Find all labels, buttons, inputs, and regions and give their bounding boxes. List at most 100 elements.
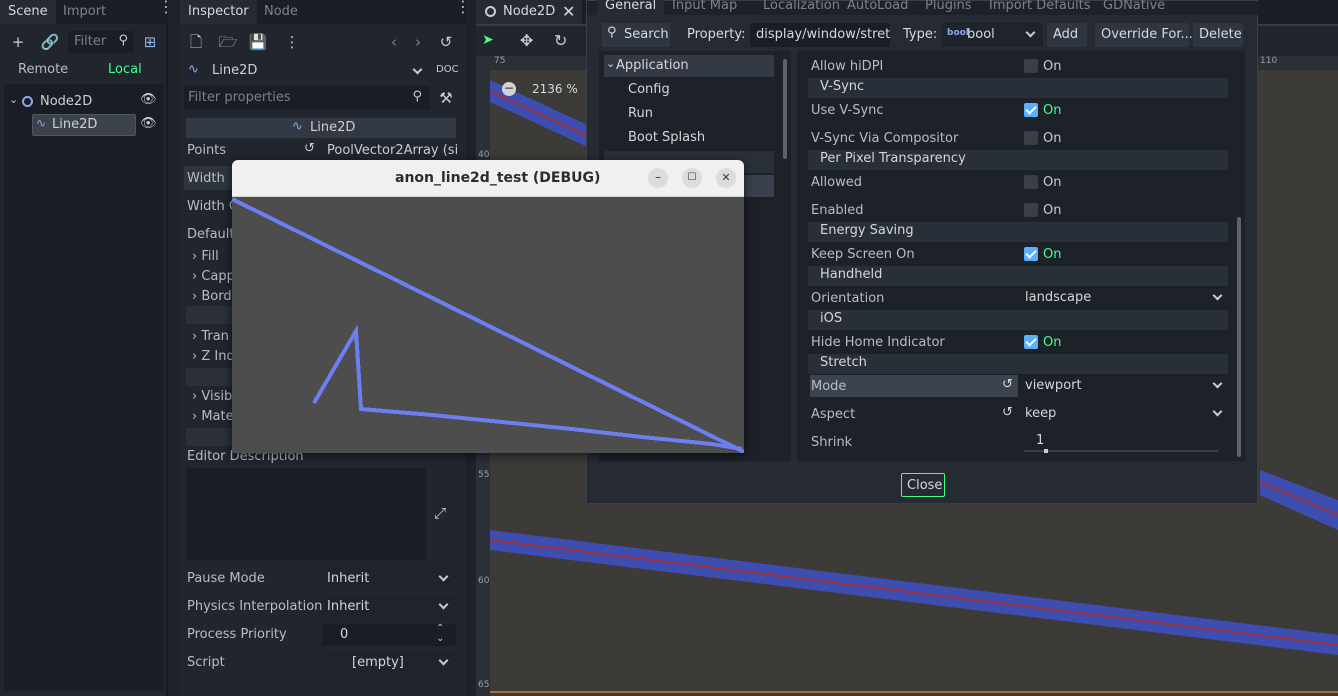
scene-menu-icon[interactable]: ⋮ [158,0,174,15]
shrink-slider-grabber[interactable] [1044,449,1048,453]
keep-screen-on-checkbox[interactable] [1024,247,1038,261]
pause-mode-value: Inherit [327,571,370,586]
allow-hidpi-label: Allow hiDPI [811,59,884,74]
visibility-eye-icon[interactable]: 👁 [140,116,157,131]
close-window-icon[interactable]: ✕ [716,168,736,188]
link-icon[interactable]: 🔗 [40,32,60,52]
pause-mode-select[interactable]: Inherit [322,568,456,590]
transform-section[interactable]: › Tran [192,329,229,344]
minimize-icon[interactable]: – [648,168,668,188]
props-scrollbar[interactable] [1237,217,1241,457]
material-section[interactable]: › Mate [192,409,234,424]
process-priority-spinbox[interactable]: 0 ⌃ ⌄ [322,624,456,646]
tab-autoload[interactable]: AutoLoad [839,0,916,18]
zoom-level[interactable]: 2136 % [532,82,578,96]
history-forward-icon[interactable]: › [408,32,428,52]
tree-item-line2d[interactable]: ∿ Line2D [32,114,136,136]
history-back-icon[interactable]: ‹ [384,32,404,52]
add-button[interactable]: Add [1047,23,1087,47]
tab-gdnative[interactable]: GDNative [1095,0,1173,18]
fill-section[interactable]: › Fill [192,249,219,264]
tab-node2d-scene[interactable]: Node2D ✕ [476,0,582,24]
aspect-select[interactable]: keep [1020,403,1228,425]
tree-item-config[interactable]: Config [604,79,774,101]
tab-general[interactable]: General [597,0,665,18]
select-tool-icon[interactable]: ➤ [482,32,494,48]
tree-item-application[interactable]: ⌄ Application [604,55,774,77]
remote-button[interactable]: Remote [18,62,68,77]
tab-scene[interactable]: Scene [0,0,56,24]
vsync-compositor-checkbox[interactable] [1024,131,1038,145]
script-label: Script [187,655,225,670]
instance-scene-icon[interactable]: ⊞ [140,32,160,52]
orientation-select[interactable]: landscape [1020,287,1228,309]
spin-arrows-icon[interactable]: ⌃ ⌄ [436,624,444,644]
property-input[interactable]: display/window/stret [750,23,890,47]
revert-icon[interactable]: ↺ [304,141,315,156]
move-tool-icon[interactable]: ✥ [520,31,533,50]
tab-input-map[interactable]: Input Map [664,0,745,18]
add-node-icon[interactable]: + [8,32,28,52]
more-icon[interactable]: ⋮ [282,32,302,52]
expand-icon[interactable]: ⤢ [434,504,446,522]
property-tools-icon[interactable]: ⚒ [436,88,456,108]
tab-import-defaults[interactable]: Import Defaults [981,0,1099,18]
inspector-menu-icon[interactable]: ⋮ [455,0,471,15]
close-button[interactable]: Close [901,473,945,497]
visibility-section[interactable]: › Visib [192,389,232,404]
expand-arrow-icon[interactable]: ⌄ [9,93,18,106]
orientation-label: Orientation [811,291,885,306]
points-value[interactable]: PoolVector2Array (si [327,143,458,158]
revert-icon[interactable]: ↺ [1002,405,1013,420]
node-type-selector[interactable]: ∿ Line2D [184,60,428,82]
search-button[interactable]: ⚲ Search [602,23,670,47]
tab-import[interactable]: Import [55,0,114,24]
filter-properties-input[interactable]: Filter properties ⚲ [184,86,430,110]
debug-window-titlebar[interactable]: anon_line2d_test (DEBUG) – ☐ ✕ [232,160,744,197]
script-select[interactable]: [empty] [322,652,456,674]
z-index-section[interactable]: › Z Ind [192,349,235,364]
use-vsync-checkbox[interactable] [1024,103,1038,117]
ruler-label: 75 [494,56,506,66]
tab-localization[interactable]: Localization [755,0,848,18]
zoom-out-icon[interactable]: − [502,82,516,96]
allow-hidpi-checkbox[interactable] [1024,59,1038,73]
new-resource-icon[interactable]: 🗋 [186,32,206,52]
override-for-button[interactable]: Override For... [1095,23,1193,47]
history-icon[interactable]: ↺ [436,32,456,52]
section-label: Z Ind [201,349,235,364]
doc-icon[interactable]: DOC [436,60,459,80]
delete-button[interactable]: Delete [1193,23,1243,47]
tab-node[interactable]: Node [256,0,306,24]
physics-interpolation-select[interactable]: Inherit [322,596,456,618]
maximize-icon[interactable]: ☐ [682,168,702,188]
save-icon[interactable]: 💾 [248,32,268,52]
line2d-icon: ∿ [36,116,47,130]
scene-filter-input[interactable]: Filter ⚲ [68,31,134,53]
enabled-checkbox[interactable] [1024,203,1038,217]
capping-section[interactable]: › Capp [192,269,235,284]
section-label: V-Sync [820,79,865,94]
local-button[interactable]: Local [108,62,142,77]
rotate-tool-icon[interactable]: ↻ [554,31,567,50]
allowed-checkbox[interactable] [1024,175,1038,189]
open-folder-icon[interactable]: 🗁 [218,32,238,52]
tab-plugins[interactable]: Plugins [917,0,980,18]
hide-home-indicator-checkbox[interactable] [1024,335,1038,349]
chevron-down-icon [1212,290,1223,301]
default-color-label: Default [187,227,235,242]
revert-icon[interactable]: ↺ [1002,377,1013,392]
type-select[interactable]: bool bool [941,23,1043,47]
tree-item-node2d[interactable]: ⌄ Node2D 👁 [4,92,164,112]
tab-inspector[interactable]: Inspector [180,0,257,24]
visibility-eye-icon[interactable]: 👁 [140,92,157,107]
chevron-down-icon [1025,27,1036,38]
editor-description-textarea[interactable] [186,468,426,560]
tree-item-run[interactable]: Run [604,103,774,125]
tree-item-boot-splash[interactable]: Boot Splash [604,127,774,149]
close-tab-icon[interactable]: ✕ [562,2,575,21]
shrink-slider[interactable]: 1 [1024,433,1218,453]
border-section[interactable]: › Bord [192,289,232,304]
tree-scrollbar[interactable] [783,59,787,159]
mode-select[interactable]: viewport [1020,375,1228,397]
